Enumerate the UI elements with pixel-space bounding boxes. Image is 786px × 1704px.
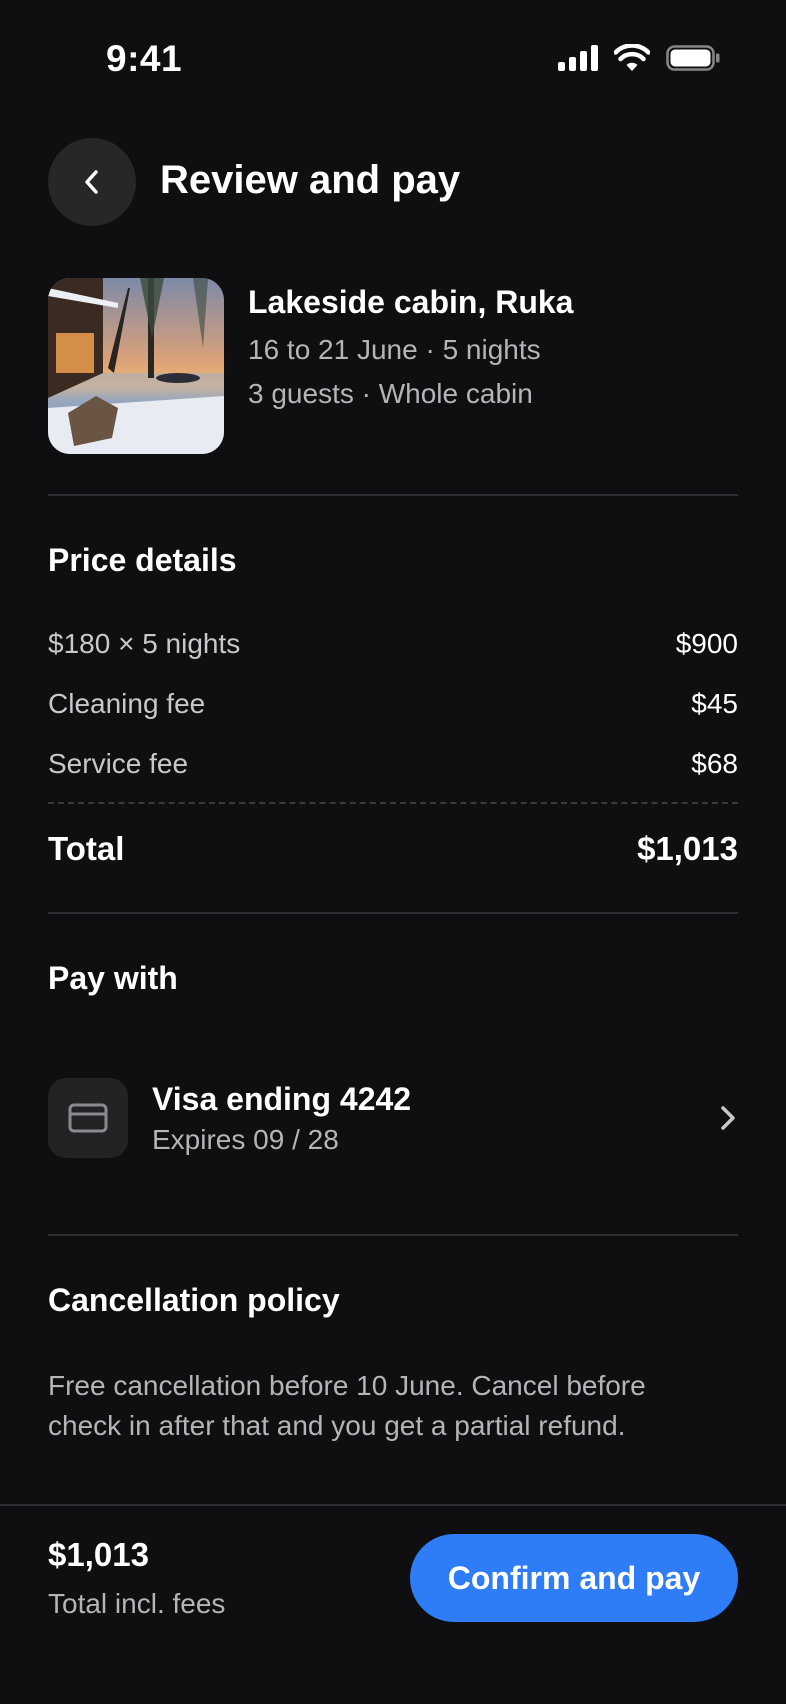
price-row: $180 × 5 nights $900 (48, 628, 738, 660)
price-row: Cleaning fee $45 (48, 688, 738, 720)
total-row: Total $1,013 (48, 830, 738, 868)
bottom-bar-divider (0, 1504, 786, 1506)
wifi-icon (614, 44, 650, 71)
cancellation-policy-text: Free cancellation before 10 June. Cancel… (48, 1370, 646, 1441)
divider (48, 1234, 738, 1236)
listing-dates: 16 to 21 June · 5 nights (248, 334, 541, 365)
total-label: Total (48, 830, 125, 867)
cellular-signal-icon (558, 45, 598, 71)
confirm-and-pay-button[interactable]: Confirm and pay (410, 1534, 738, 1622)
total-amount: $1,013 (637, 830, 738, 867)
credit-card-icon (68, 1103, 108, 1133)
status-icons (558, 44, 720, 72)
chevron-left-icon (85, 170, 98, 194)
status-time: 9:41 (106, 38, 183, 79)
dashed-divider (48, 802, 738, 804)
battery-icon (666, 45, 720, 71)
price-row-amount: $45 (691, 688, 738, 719)
page-title: Review and pay (160, 158, 461, 202)
chevron-right-icon (721, 1106, 735, 1130)
bottom-total-price: $1,013 (48, 1536, 149, 1573)
card-expiry: Expires 09 / 28 (152, 1123, 339, 1155)
divider (48, 912, 738, 914)
listing-name: Lakeside cabin, Ruka (248, 284, 574, 320)
price-row-amount: $900 (675, 628, 738, 659)
bottom-total-subtitle: Total incl. fees (48, 1588, 226, 1619)
divider (48, 494, 738, 496)
price-row-amount: $68 (691, 748, 738, 779)
listing-photo (48, 278, 224, 454)
price-details-title: Price details (48, 542, 237, 578)
card-icon-box (48, 1078, 128, 1158)
back-button[interactable] (48, 138, 136, 226)
payment-method-row[interactable]: Visa ending 4242 Expires 09 / 28 (48, 1076, 738, 1160)
review-and-pay-screen: 9:41 Review and pay Lakeside cabin, Ruka… (0, 0, 786, 1704)
pay-with-title: Pay with (48, 960, 178, 996)
status-bar: 9:41 (0, 0, 786, 120)
price-row-label: Cleaning fee (48, 688, 206, 719)
card-name: Visa ending 4242 (152, 1080, 412, 1117)
price-row: Service fee $68 (48, 748, 738, 780)
cancellation-title: Cancellation policy (48, 1282, 340, 1318)
listing-guests: 3 guests · Whole cabin (248, 378, 533, 409)
price-row-label: Service fee (48, 748, 189, 779)
price-row-label: $180 × 5 nights (48, 628, 241, 659)
